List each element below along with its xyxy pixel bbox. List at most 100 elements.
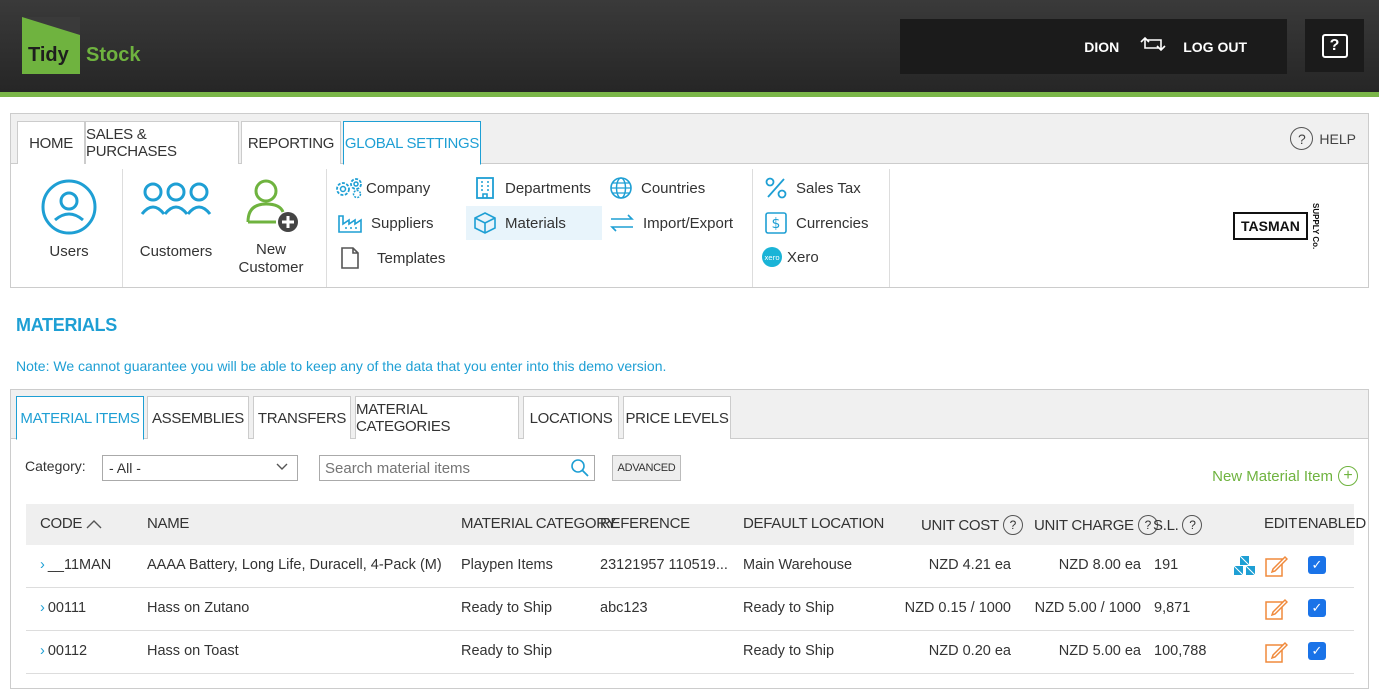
materials-subtabs: MATERIAL ITEMS ASSEMBLIES TRANSFERS MATE… bbox=[11, 390, 1368, 440]
tab-assemblies[interactable]: ASSEMBLIES bbox=[147, 396, 249, 439]
row-name: Hass on Zutano bbox=[147, 600, 250, 616]
dollar-icon: $ bbox=[765, 212, 787, 234]
help-link[interactable]: ? HELP bbox=[1290, 127, 1356, 150]
tab-sales-purchases[interactable]: SALES & PURCHASES bbox=[85, 121, 239, 164]
row-code-cell[interactable]: › 00111 bbox=[40, 600, 86, 616]
table-row[interactable]: › 00112 Hass on Toast Ready to Ship Ready… bbox=[26, 631, 1354, 674]
box-icon bbox=[474, 212, 496, 234]
chevron-right-icon[interactable]: › bbox=[40, 643, 45, 659]
row-code-cell[interactable]: › __11MAN bbox=[40, 557, 111, 573]
col-name[interactable]: NAME bbox=[147, 515, 189, 532]
help-chat-button[interactable]: ? bbox=[1305, 19, 1364, 72]
row-unit-charge: NZD 8.00 ea bbox=[1058, 557, 1141, 573]
tab-material-categories[interactable]: MATERIAL CATEGORIES bbox=[355, 396, 519, 439]
divider bbox=[752, 169, 753, 287]
new-material-item-button[interactable]: New Material Item + bbox=[1212, 466, 1358, 486]
user-name[interactable]: DION bbox=[1084, 39, 1119, 55]
col-category[interactable]: MATERIAL CATEGORY bbox=[461, 515, 617, 532]
tab-home[interactable]: HOME bbox=[17, 121, 85, 164]
menu-xero-label: Xero bbox=[787, 248, 819, 266]
row-unit-charge: NZD 5.00 / 1000 bbox=[1034, 600, 1141, 616]
col-default-location[interactable]: DEFAULT LOCATION bbox=[743, 515, 884, 532]
question-circle-icon[interactable]: ? bbox=[1182, 515, 1203, 535]
factory-icon bbox=[338, 215, 362, 233]
logo-mark: Tidy bbox=[22, 17, 80, 74]
tab-material-items[interactable]: MATERIAL ITEMS bbox=[16, 396, 144, 440]
col-unit-cost[interactable]: UNIT COST? bbox=[921, 515, 1023, 535]
app-logo[interactable]: Tidy Stock bbox=[22, 17, 140, 74]
enabled-checkbox[interactable]: ✓ bbox=[1308, 642, 1326, 660]
table-row[interactable]: › __11MAN AAAA Battery, Long Life, Durace… bbox=[26, 545, 1354, 588]
advanced-search-button[interactable]: ADVANCED bbox=[612, 455, 681, 481]
customers-group-icon bbox=[140, 182, 212, 215]
search-icon[interactable] bbox=[570, 458, 590, 483]
user-circle-icon bbox=[41, 179, 97, 235]
menu-suppliers[interactable]: Suppliers bbox=[337, 206, 434, 240]
help-circle-icon: ? bbox=[1290, 127, 1314, 150]
menu-materials[interactable]: Materials bbox=[466, 206, 602, 240]
menu-sales-tax[interactable]: Sales Tax bbox=[764, 171, 861, 205]
edit-pencil-icon[interactable] bbox=[1264, 554, 1289, 582]
nav-new-customer[interactable]: New Customer bbox=[236, 178, 306, 277]
main-nav-panel: HOME SALES & PURCHASES REPORTING GLOBAL … bbox=[10, 113, 1369, 288]
col-unit-charge[interactable]: UNIT CHARGE? bbox=[1034, 515, 1158, 535]
category-select[interactable]: - All - bbox=[102, 455, 298, 481]
menu-departments[interactable]: Departments bbox=[473, 171, 591, 205]
tab-reporting[interactable]: REPORTING bbox=[241, 121, 341, 164]
chevron-right-icon[interactable]: › bbox=[40, 600, 45, 616]
menu-countries[interactable]: Countries bbox=[609, 171, 705, 205]
table-row[interactable]: › 00111 Hass on Zutano Ready to Ship abc1… bbox=[26, 588, 1354, 631]
logo-text-tidy: Tidy bbox=[28, 44, 69, 66]
assembly-cubes-icon[interactable] bbox=[1233, 555, 1257, 581]
sort-asc-icon bbox=[86, 519, 102, 528]
col-edit: EDIT bbox=[1264, 515, 1297, 532]
table-header: CODE NAME MATERIAL CATEGORY REFERENCE DE… bbox=[26, 504, 1366, 545]
row-name: Hass on Toast bbox=[147, 643, 239, 659]
row-sl: 9,871 bbox=[1154, 600, 1191, 616]
enabled-checkbox[interactable]: ✓ bbox=[1308, 599, 1326, 617]
menu-company[interactable]: Company bbox=[334, 171, 430, 205]
materials-panel: MATERIAL ITEMS ASSEMBLIES TRANSFERS MATE… bbox=[10, 389, 1369, 689]
svg-text:xero: xero bbox=[764, 254, 779, 262]
menu-templates-label: Templates bbox=[377, 249, 446, 267]
menu-import-export[interactable]: Import/Export bbox=[609, 206, 733, 240]
menu-currencies[interactable]: $ Currencies bbox=[764, 206, 869, 240]
nav-new-customer-label2: Customer bbox=[238, 259, 304, 276]
col-unit-cost-label: UNIT COST bbox=[921, 516, 999, 534]
col-enabled: ENABLED bbox=[1298, 515, 1366, 532]
nav-customers-label: Customers bbox=[139, 243, 213, 260]
chevron-down-icon bbox=[275, 459, 289, 476]
logout-link[interactable]: LOG OUT bbox=[1183, 39, 1247, 55]
tab-global-settings[interactable]: GLOBAL SETTINGS bbox=[343, 121, 481, 165]
divider bbox=[889, 169, 890, 287]
building-icon bbox=[476, 177, 494, 199]
question-circle-icon[interactable]: ? bbox=[1002, 515, 1023, 535]
chevron-right-icon[interactable]: › bbox=[40, 557, 45, 573]
row-name: AAAA Battery, Long Life, Duracell, 4-Pac… bbox=[147, 557, 442, 573]
tab-price-levels[interactable]: PRICE LEVELS bbox=[623, 396, 731, 439]
row-code-cell[interactable]: › 00112 bbox=[40, 643, 87, 659]
col-reference[interactable]: REFERENCE bbox=[600, 515, 690, 532]
org-logo-sub: SUPPLY Co. bbox=[1310, 203, 1320, 250]
arrows-exchange-icon bbox=[610, 214, 634, 232]
col-code[interactable]: CODE bbox=[40, 515, 103, 532]
col-sl[interactable]: S.L.? bbox=[1153, 515, 1203, 535]
menu-xero[interactable]: xero Xero bbox=[761, 240, 819, 274]
row-code: __11MAN bbox=[47, 557, 112, 573]
enabled-checkbox[interactable]: ✓ bbox=[1308, 556, 1326, 574]
search-input[interactable] bbox=[320, 456, 560, 480]
plus-circle-icon: + bbox=[1338, 466, 1358, 486]
materials-table: CODE NAME MATERIAL CATEGORY REFERENCE DE… bbox=[26, 504, 1366, 674]
tab-transfers[interactable]: TRANSFERS bbox=[253, 396, 351, 439]
menu-templates[interactable]: Templates bbox=[339, 241, 445, 275]
menu-countries-label: Countries bbox=[641, 179, 706, 197]
nav-users[interactable]: Users bbox=[39, 178, 99, 261]
switch-user-icon[interactable] bbox=[1139, 35, 1167, 58]
edit-pencil-icon[interactable] bbox=[1264, 597, 1289, 625]
tab-locations[interactable]: LOCATIONS bbox=[523, 396, 619, 439]
demo-note: Note: We cannot guarantee you will be ab… bbox=[16, 358, 667, 374]
row-reference: abc123 bbox=[600, 600, 648, 616]
edit-pencil-icon[interactable] bbox=[1264, 640, 1289, 668]
nav-customers[interactable]: Customers bbox=[137, 178, 215, 261]
category-label: Category: bbox=[25, 458, 86, 474]
